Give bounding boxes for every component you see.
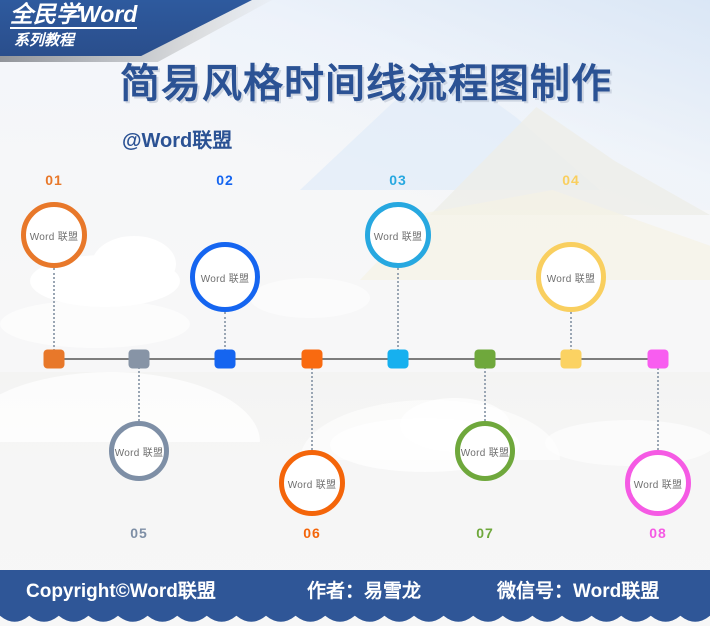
- node-connector-01: [53, 268, 55, 359]
- footer-scallop-edge: [0, 614, 710, 622]
- timeline-bubble-07[interactable]: Word 联盟: [455, 421, 515, 481]
- bubble-label: Word 联盟: [200, 273, 250, 285]
- axis-marker-02[interactable]: [214, 349, 236, 369]
- footer-copyright: Copyright©Word联盟: [26, 581, 216, 602]
- timeline-bubble-04[interactable]: Word 联盟: [536, 242, 606, 312]
- cloud-shape-4: [250, 278, 370, 318]
- cloud-shape-7: [545, 420, 710, 466]
- mountain-shape-right: [430, 107, 710, 215]
- node-number-06: 06: [303, 525, 321, 541]
- brand-banner: 全民学Word 系列教程: [0, 0, 272, 62]
- bubble-label: Word 联盟: [546, 273, 596, 285]
- axis-marker-06[interactable]: [301, 349, 323, 369]
- bubble-label: Word 联盟: [29, 231, 79, 243]
- bubble-label: Word 联盟: [460, 447, 510, 459]
- node-connector-06: [311, 359, 313, 450]
- node-number-01: 01: [45, 172, 63, 188]
- node-number-03: 03: [389, 172, 407, 188]
- footer-wechat: 微信号：Word联盟: [497, 581, 660, 602]
- node-number-05: 05: [130, 525, 148, 541]
- node-number-07: 07: [476, 525, 494, 541]
- axis-marker-01[interactable]: [43, 349, 65, 369]
- axis-marker-03[interactable]: [387, 349, 409, 369]
- node-connector-08: [657, 359, 659, 450]
- axis-marker-05[interactable]: [128, 349, 150, 369]
- page-title: 简易风格时间线流程图制作: [120, 62, 612, 106]
- bubble-label: Word 联盟: [373, 231, 423, 243]
- banner-subtitle: 系列教程: [14, 32, 75, 49]
- footer-bar: Copyright©Word联盟 作者：易雪龙 微信号：Word联盟: [0, 570, 710, 614]
- cloud-shape-2: [92, 236, 176, 292]
- bubble-label: Word 联盟: [633, 479, 683, 491]
- bubble-label: Word 联盟: [114, 447, 164, 459]
- cloud-shape-3: [0, 300, 190, 348]
- axis-marker-07[interactable]: [474, 349, 496, 369]
- page-subtitle: @Word联盟: [122, 130, 233, 152]
- node-number-02: 02: [216, 172, 234, 188]
- node-number-04: 04: [562, 172, 580, 188]
- axis-marker-04[interactable]: [560, 349, 582, 369]
- node-connector-03: [397, 268, 399, 359]
- axis-marker-08[interactable]: [647, 349, 669, 369]
- timeline-bubble-01[interactable]: Word 联盟: [21, 202, 87, 268]
- footer: Copyright©Word联盟 作者：易雪龙 微信号：Word联盟: [0, 570, 710, 626]
- node-number-08: 08: [649, 525, 667, 541]
- hill-shape-mid: [300, 400, 560, 460]
- footer-author: 作者：易雪龙: [307, 581, 422, 602]
- timeline-bubble-03[interactable]: Word 联盟: [365, 202, 431, 268]
- timeline-bubble-08[interactable]: Word 联盟: [625, 450, 691, 516]
- timeline-bubble-02[interactable]: Word 联盟: [190, 242, 260, 312]
- bubble-label: Word 联盟: [287, 479, 337, 491]
- timeline-bubble-06[interactable]: Word 联盟: [279, 450, 345, 516]
- infographic-canvas: 全民学Word 系列教程 简易风格时间线流程图制作 @Word联盟 Word 联…: [0, 0, 710, 626]
- timeline-bubble-05[interactable]: Word 联盟: [109, 421, 169, 481]
- banner-title: 全民学Word: [10, 1, 138, 29]
